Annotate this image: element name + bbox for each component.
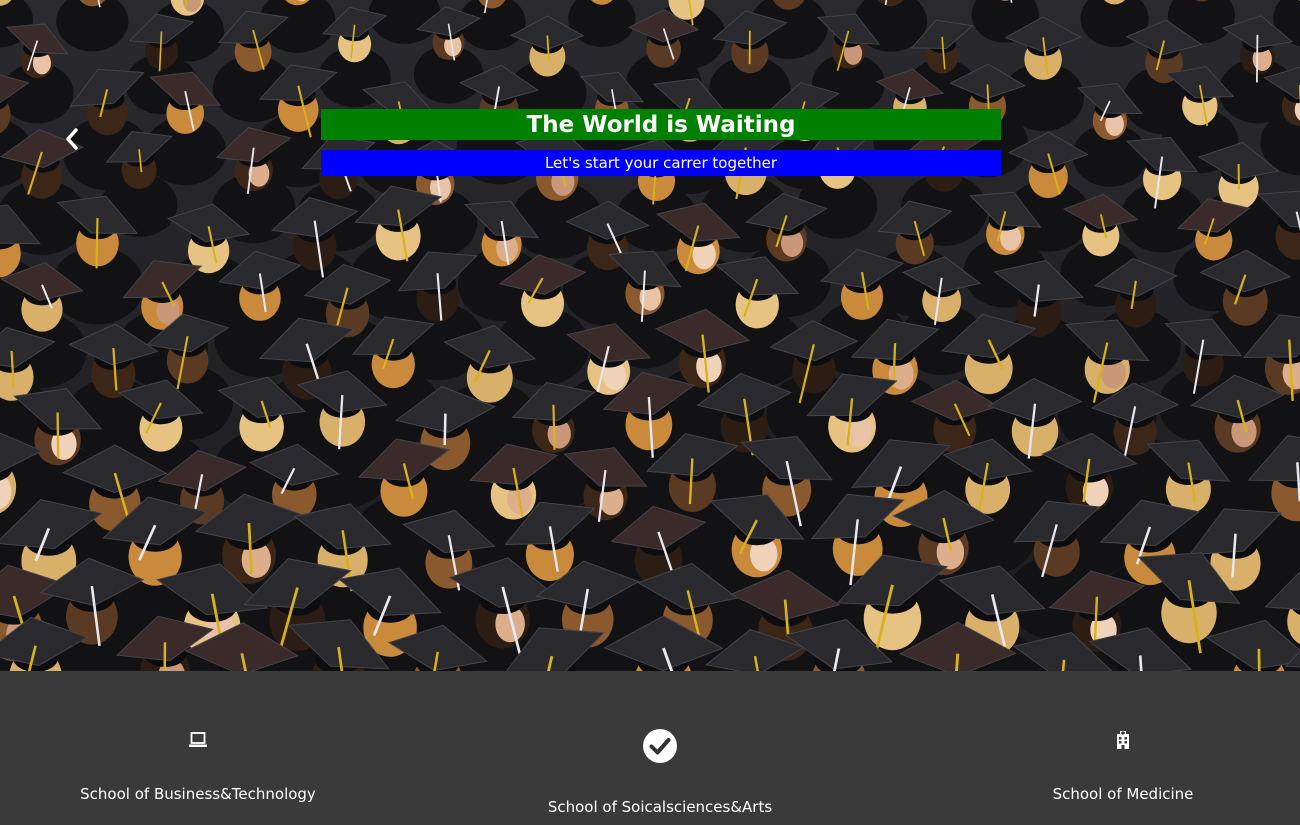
hero-subtitle: Let's start your carrer together [321, 150, 1001, 176]
chevron-left-icon [66, 128, 78, 150]
school-socialsciences-arts[interactable]: School of Soicalsciences&Arts [520, 728, 800, 816]
school-label: School of Medicine [1052, 785, 1194, 803]
hero-title: The World is Waiting [321, 109, 1001, 140]
carousel-prev-button[interactable] [58, 122, 86, 156]
check-circle-icon [643, 729, 677, 763]
school-label: School of Business&Technology [80, 785, 316, 803]
school-label: School of Soicalsciences&Arts [547, 798, 773, 816]
hero-banner: The World is Waiting Let's start your ca… [0, 0, 1300, 671]
hospital-icon [1117, 731, 1129, 749]
school-business-technology[interactable]: School of Business&Technology [58, 731, 338, 803]
laptop-icon [189, 732, 207, 747]
schools-footer: School of Business&Technology School of … [0, 671, 1300, 825]
hero-background-image [0, 0, 1300, 671]
school-medicine[interactable]: School of Medicine [983, 731, 1263, 803]
